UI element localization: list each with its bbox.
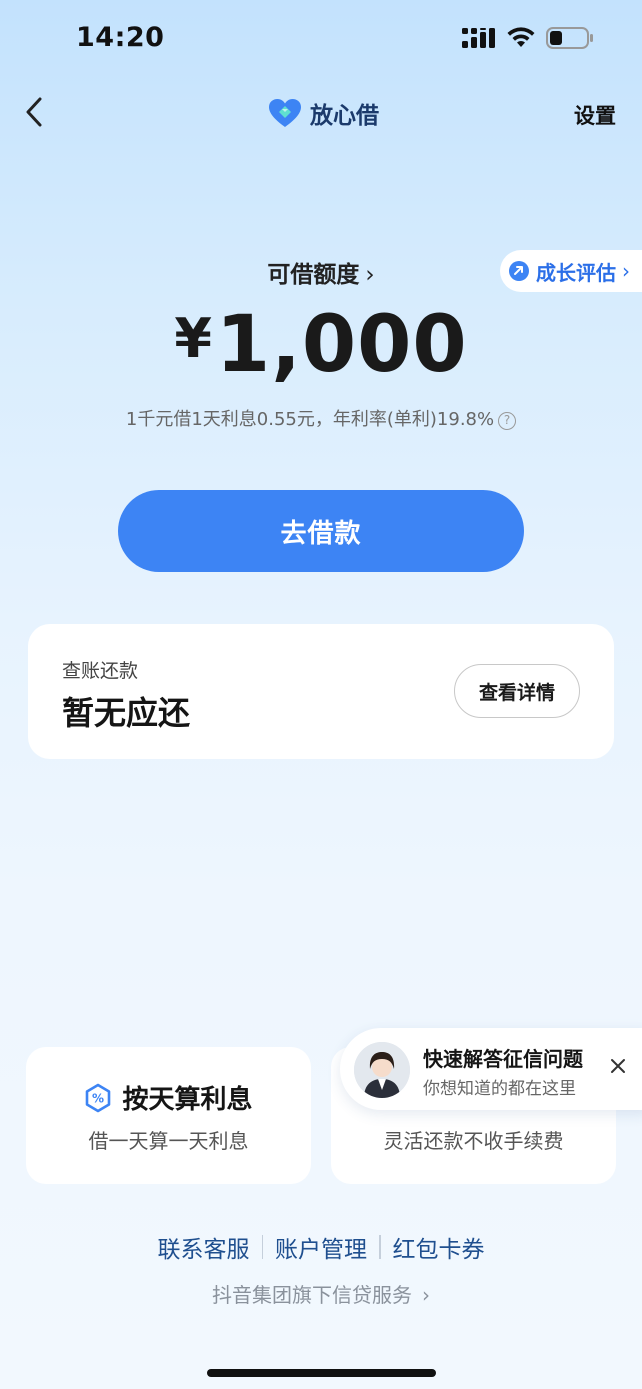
status-time: 14:20 <box>76 22 165 53</box>
avatar <box>354 1042 410 1098</box>
feature-title-row: % 按天算利息 <box>26 1079 311 1116</box>
close-icon[interactable] <box>610 1058 626 1074</box>
bill-title: 查账还款 <box>62 660 139 682</box>
brand-name: 放心借 <box>310 103 379 129</box>
feature-subtitle: 借一天算一天利息 <box>88 1129 249 1153</box>
group-service-link[interactable]: 抖音集团旗下信贷服务 › <box>0 1279 642 1308</box>
brand: 放心借 <box>268 96 379 130</box>
settings-link[interactable]: 设置 <box>574 100 616 130</box>
view-details-button[interactable]: 查看详情 <box>454 664 580 718</box>
chevron-right-icon: › <box>622 259 630 283</box>
chevron-right-icon: › <box>422 1283 430 1307</box>
coupons-link[interactable]: 红包卡券 <box>381 1230 497 1264</box>
footer-links: 联系客服 账户管理 红包卡券 <box>0 1230 642 1264</box>
popup-title: 快速解答征信问题 <box>423 1047 583 1071</box>
feature-title: 按天算利息 <box>122 1085 253 1115</box>
percent-hexagon-icon: % <box>86 1083 111 1112</box>
growth-label: 成长评估 <box>536 260 616 285</box>
wifi-icon <box>507 27 535 47</box>
credit-help-popup[interactable]: 快速解答征信问题 你想知道的都在这里 <box>340 1028 642 1110</box>
quota-label: 可借额度 <box>267 262 360 288</box>
svg-text:%: % <box>92 1091 104 1105</box>
bill-status: 暂无应还 <box>62 694 191 732</box>
help-icon[interactable]: ? <box>498 412 517 430</box>
feature-subtitle: 灵活还款不收手续费 <box>383 1129 564 1153</box>
borrow-button[interactable]: 去借款 <box>118 490 524 572</box>
popup-subtitle: 你想知道的都在这里 <box>423 1079 576 1099</box>
amount-value: 1,000 <box>215 300 468 390</box>
chevron-right-icon: › <box>365 262 375 288</box>
back-arrow-icon[interactable] <box>22 96 48 128</box>
group-note-text: 抖音集团旗下信贷服务 <box>212 1283 412 1307</box>
heart-logo-icon <box>269 99 301 127</box>
cellular-signal-icon <box>462 28 495 48</box>
quota-amount: ¥1,000 <box>0 300 642 390</box>
interest-note-text: 1千元借1天利息0.55元，年利率(单利)19.8% <box>125 409 495 430</box>
growth-evaluation-button[interactable]: 成长评估 › <box>500 250 642 292</box>
interest-note: 1千元借1天利息0.55元，年利率(单利)19.8%? <box>0 405 642 431</box>
contact-service-link[interactable]: 联系客服 <box>146 1230 262 1264</box>
bill-card: 查账还款 暂无应还 查看详情 <box>28 624 614 759</box>
account-management-link[interactable]: 账户管理 <box>263 1230 379 1264</box>
currency-symbol: ¥ <box>174 307 212 370</box>
home-indicator[interactable] <box>207 1369 436 1377</box>
feature-card-daily-interest: % 按天算利息 借一天算一天利息 <box>26 1047 311 1184</box>
battery-icon <box>546 27 593 49</box>
arrow-up-circle-icon <box>509 261 529 281</box>
